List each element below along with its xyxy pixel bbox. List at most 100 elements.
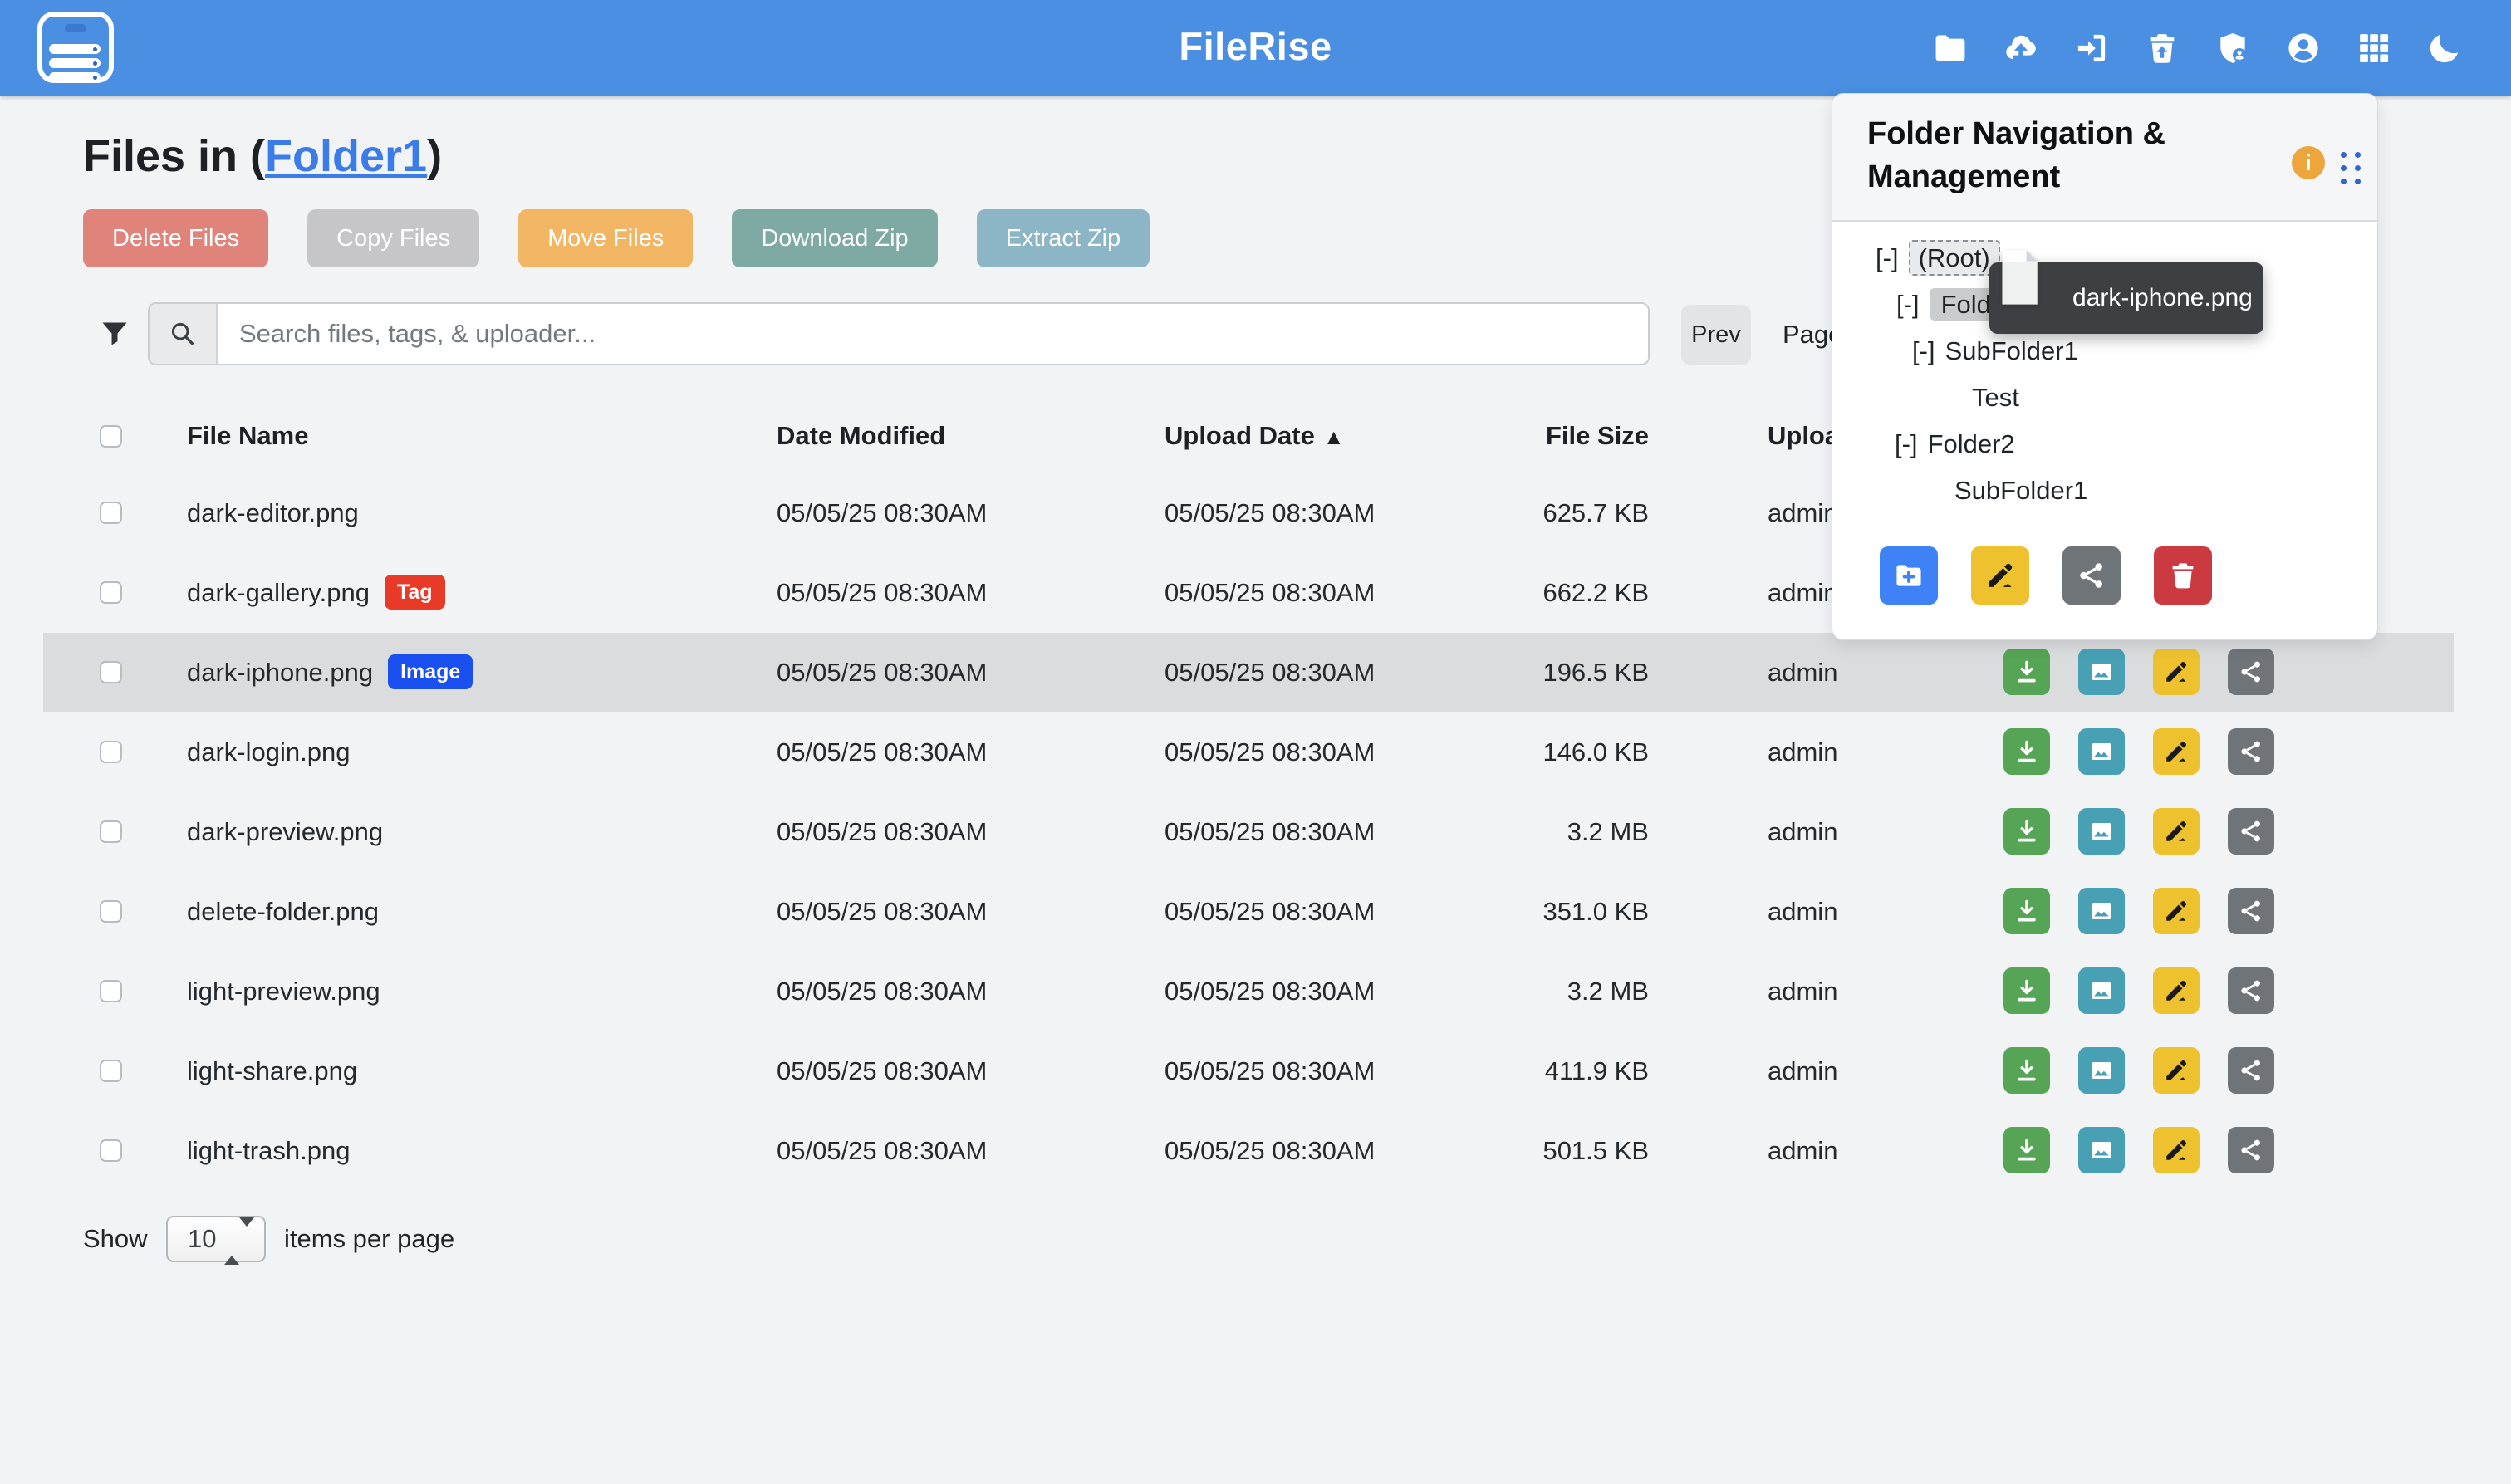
preview-image-button[interactable] [2078,1127,2125,1173]
sort-asc-icon: ▲ [1323,424,1345,449]
column-upload-date[interactable]: Upload Date▲ [1165,399,1345,473]
cloud-upload-icon[interactable] [2003,30,2039,66]
tree-item-folder2[interactable]: [-]Folder2 [1895,426,2015,463]
download-zip-button[interactable]: Download Zip [732,209,937,267]
row-checkbox[interactable] [100,1139,122,1162]
row-checkbox[interactable] [100,581,122,604]
extract-zip-button[interactable]: Extract Zip [977,209,1150,267]
file-name[interactable]: light-share.png [187,1056,357,1085]
preview-image-button[interactable] [2078,728,2125,775]
copy-files-button[interactable]: Copy Files [307,209,479,267]
drag-handle-icon[interactable] [2341,152,2361,184]
row-checkbox[interactable] [100,502,122,524]
preview-image-button[interactable] [2078,967,2125,1014]
date-modified: 05/05/25 08:30AM [777,952,987,1031]
row-checkbox[interactable] [100,661,122,683]
share-button[interactable] [2228,728,2274,775]
show-label: Show [83,1214,148,1264]
delete-folder-button[interactable] [2154,546,2212,605]
file-toolbar: Delete Files Copy Files Move Files Downl… [83,209,1150,267]
tree-item-subfolder1-2[interactable]: SubFolder1 [1945,473,2087,509]
trash-restore-icon[interactable] [2144,30,2180,66]
preview-image-button[interactable] [2078,649,2125,695]
folder-link[interactable]: Folder1 [265,131,427,181]
file-name[interactable]: dark-iphone.png [187,658,373,687]
share-button[interactable] [2228,967,2274,1014]
tree-item-test[interactable]: Test [1962,380,2019,416]
grid-icon[interactable] [2356,30,2392,66]
file-name[interactable]: dark-preview.png [187,817,383,846]
table-row[interactable]: delete-folder.png 05/05/25 08:30AM 05/05… [43,872,2454,951]
edit-button[interactable] [2153,1127,2200,1173]
share-button[interactable] [2228,649,2274,695]
row-checkbox[interactable] [100,1060,122,1082]
create-folder-button[interactable] [1880,546,1938,605]
file-name[interactable]: dark-gallery.png [187,578,370,607]
file-name[interactable]: light-trash.png [187,1136,350,1165]
filter-icon[interactable] [99,318,130,350]
download-button[interactable] [2003,967,2050,1014]
sign-in-icon[interactable] [2073,30,2110,66]
edit-button[interactable] [2153,967,2200,1014]
move-files-button[interactable]: Move Files [518,209,693,267]
table-row-selected[interactable]: dark-iphone.pngImage 05/05/25 08:30AM 05… [43,633,2454,712]
edit-button[interactable] [2153,728,2200,775]
share-folder-button[interactable] [2062,546,2121,605]
edit-button[interactable] [2153,1047,2200,1094]
upload-date: 05/05/25 08:30AM [1165,553,1375,632]
download-button[interactable] [2003,728,2050,775]
edit-button[interactable] [2153,808,2200,855]
share-button[interactable] [2228,1127,2274,1173]
preview-image-button[interactable] [2078,888,2125,934]
table-row[interactable]: dark-preview.png 05/05/25 08:30AM 05/05/… [43,792,2454,871]
uploader: admin [1768,633,1837,712]
table-row[interactable]: light-preview.png 05/05/25 08:30AM 05/05… [43,952,2454,1031]
column-date-modified[interactable]: Date Modified [777,399,945,473]
search-input[interactable] [218,304,1648,364]
edit-button[interactable] [2153,888,2200,934]
select-all-checkbox[interactable] [100,425,122,448]
share-button[interactable] [2228,888,2274,934]
row-checkbox[interactable] [100,980,122,1002]
date-modified: 05/05/25 08:30AM [777,1111,987,1190]
download-button[interactable] [2003,1047,2050,1094]
column-file-name[interactable]: File Name [187,399,308,473]
delete-files-button[interactable]: Delete Files [83,209,268,267]
download-button[interactable] [2003,1127,2050,1173]
preview-image-button[interactable] [2078,808,2125,855]
file-name[interactable]: dark-editor.png [187,498,359,527]
tree-item-root[interactable]: [-](Root) [1876,240,2000,277]
download-button[interactable] [2003,808,2050,855]
folder-icon[interactable] [1932,30,1969,66]
drag-tooltip-filename: dark-iphone.png [2072,284,2253,311]
tree-item-subfolder1[interactable]: [-]SubFolder1 [1912,333,2078,370]
rename-folder-button[interactable] [1971,546,2029,605]
file-size: 3.2 MB [1400,792,1649,871]
uploader: admin [1768,713,1837,791]
download-button[interactable] [2003,888,2050,934]
share-button[interactable] [2228,808,2274,855]
row-checkbox[interactable] [100,900,122,923]
date-modified: 05/05/25 08:30AM [777,473,987,552]
file-name[interactable]: dark-login.png [187,737,350,766]
table-row[interactable]: light-share.png 05/05/25 08:30AM 05/05/2… [43,1031,2454,1110]
table-row[interactable]: dark-login.png 05/05/25 08:30AM 05/05/25… [43,713,2454,791]
share-button[interactable] [2228,1047,2274,1094]
preview-image-button[interactable] [2078,1047,2125,1094]
row-checkbox[interactable] [100,741,122,763]
shield-user-icon[interactable] [2214,30,2251,66]
file-name[interactable]: light-preview.png [187,977,380,1006]
edit-button[interactable] [2153,649,2200,695]
download-button[interactable] [2003,649,2050,695]
column-file-size[interactable]: File Size [1400,399,1649,473]
row-checkbox[interactable] [100,820,122,843]
user-icon[interactable] [2285,30,2322,66]
page-title-prefix: Files in ( [83,131,265,181]
file-name[interactable]: delete-folder.png [187,897,379,926]
folder-navigation-panel: Folder Navigation & Management i [-](Roo… [1832,93,2378,640]
moon-icon[interactable] [2426,30,2463,66]
items-per-page-select[interactable]: 10 [166,1216,266,1262]
info-icon[interactable]: i [2292,146,2325,179]
prev-page-button[interactable]: Prev [1681,305,1751,365]
table-row[interactable]: light-trash.png 05/05/25 08:30AM 05/05/2… [43,1111,2454,1190]
